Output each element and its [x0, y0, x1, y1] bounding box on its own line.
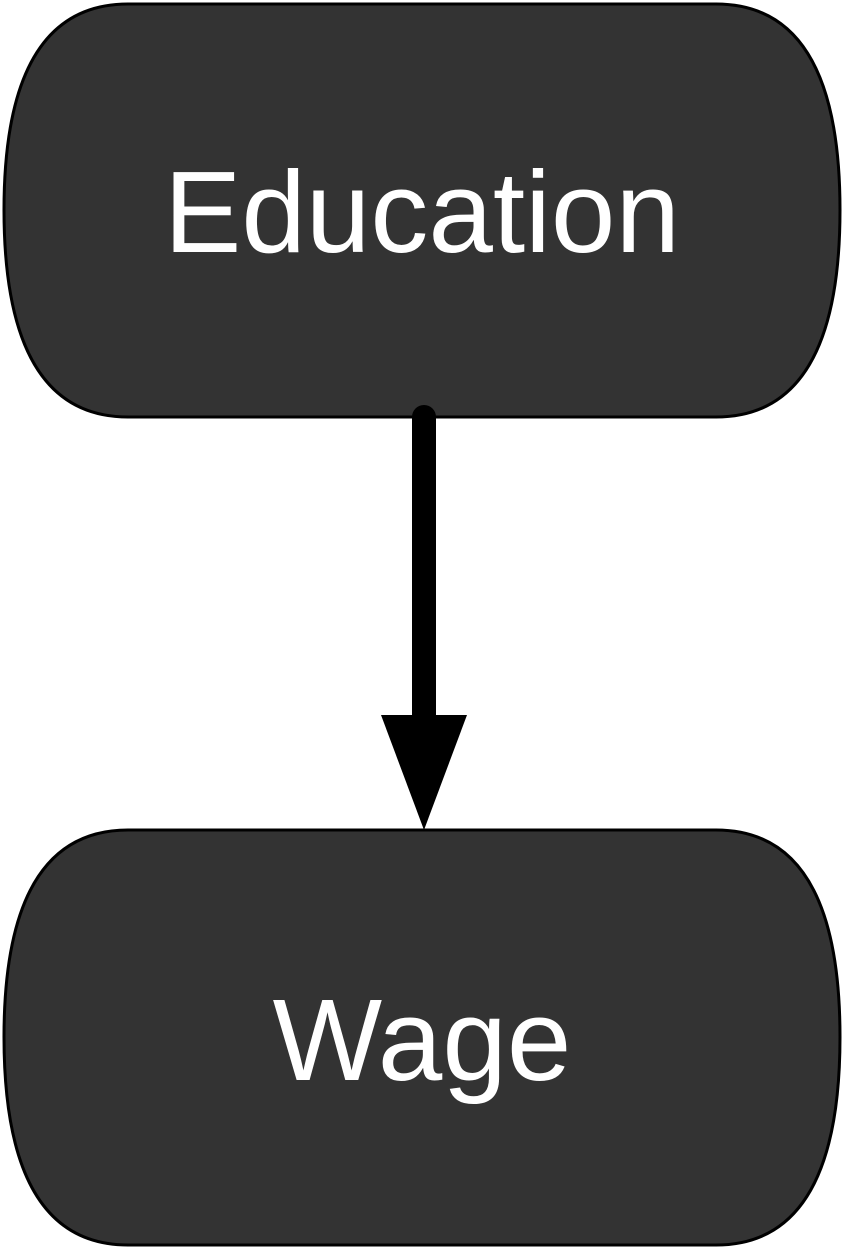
node-wage[interactable]: Wage [2, 828, 842, 1247]
causal-diagram: Education Wage [2, 2, 842, 1247]
node-education-label: Education [164, 147, 680, 277]
node-wage-label: Wage [273, 975, 572, 1105]
node-education[interactable]: Education [2, 2, 842, 419]
arrowhead-icon [381, 715, 467, 830]
edge-education-to-wage [381, 405, 467, 830]
